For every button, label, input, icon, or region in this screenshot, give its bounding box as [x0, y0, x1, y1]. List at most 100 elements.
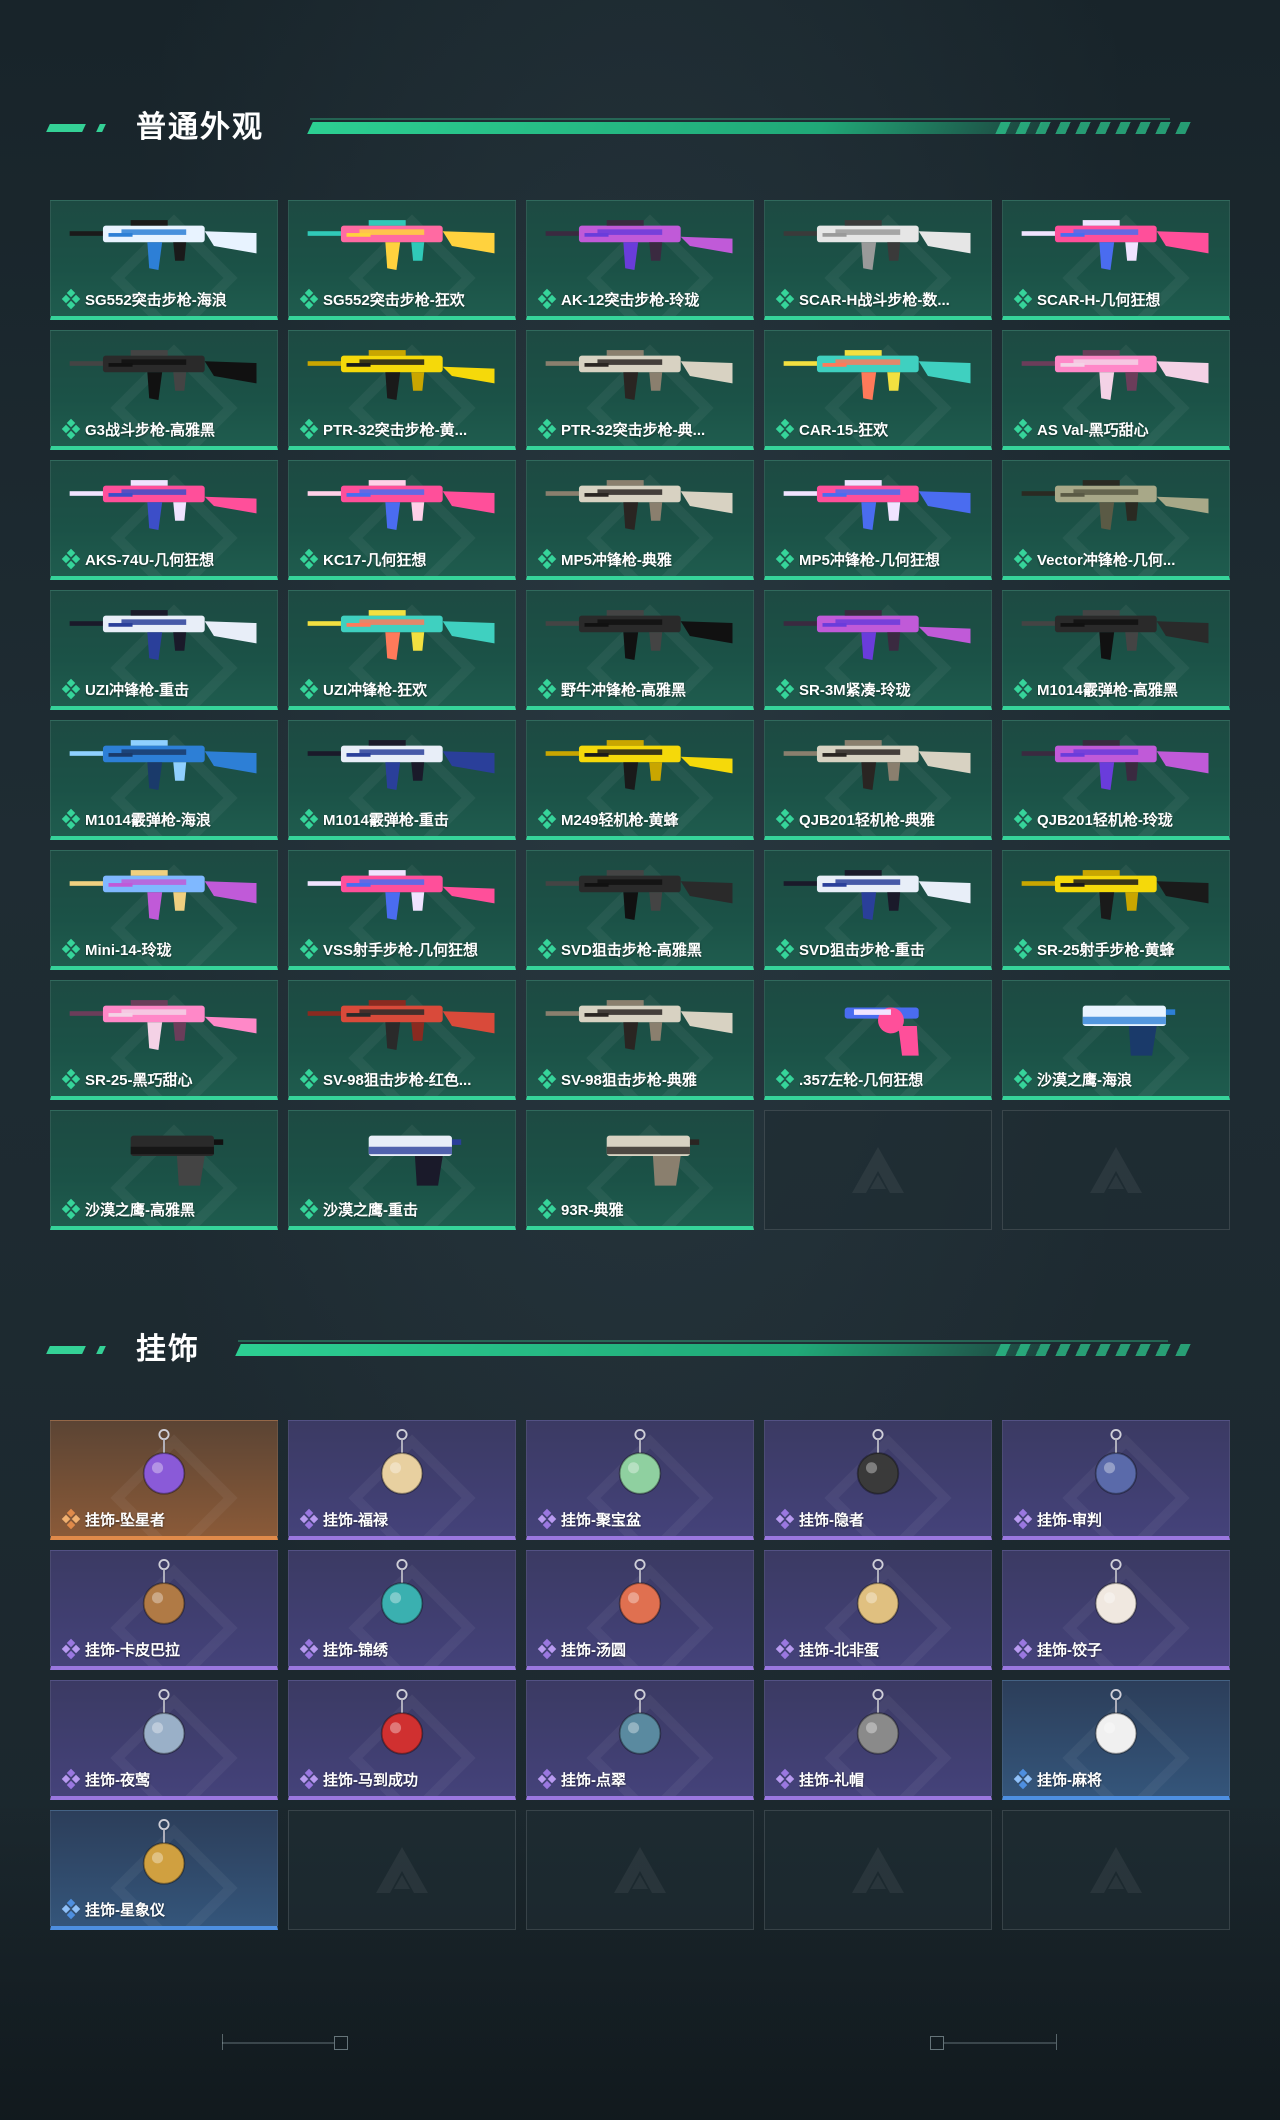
weapon-skin-card[interactable]: Vector冲锋枪-几何...	[1002, 460, 1230, 580]
weapon-skin-card[interactable]: UZI冲锋枪-狂欢	[288, 590, 516, 710]
weapon-skin-card[interactable]: 93R-典雅	[526, 1110, 754, 1230]
weapon-image	[57, 599, 271, 673]
charm-image	[57, 1689, 271, 1763]
header-line	[235, 1344, 1041, 1356]
weapon-skin-card[interactable]: MP5冲锋枪-典雅	[526, 460, 754, 580]
weapon-image	[295, 209, 509, 283]
weapon-skin-card[interactable]: AK-12突击步枪-玲珑	[526, 200, 754, 320]
weapon-skin-card[interactable]: SVD狙击步枪-高雅黑	[526, 850, 754, 970]
placeholder-logo-icon	[1088, 1145, 1144, 1195]
weapon-skin-card[interactable]: SG552突击步枪-狂欢	[288, 200, 516, 320]
weapon-image	[533, 989, 747, 1063]
footer-box-left	[334, 2036, 348, 2050]
rarity-diamond-icon	[61, 418, 81, 440]
rarity-diamond-icon	[537, 418, 557, 440]
weapon-skin-card[interactable]: SV-98狙击步枪-红色...	[288, 980, 516, 1100]
charm-card[interactable]: 挂饰-星象仪	[50, 1810, 278, 1930]
rarity-diamond-icon	[1013, 1768, 1033, 1790]
charm-card[interactable]: 挂饰-聚宝盆	[526, 1420, 754, 1540]
weapon-skin-card[interactable]: M1014霰弹枪-高雅黑	[1002, 590, 1230, 710]
rarity-diamond-icon	[775, 418, 795, 440]
weapon-image	[57, 469, 271, 543]
weapon-skin-card[interactable]: .357左轮-几何狂想	[764, 980, 992, 1100]
rarity-diamond-icon	[299, 1508, 319, 1530]
empty-weapon-slot	[1002, 1110, 1230, 1230]
charm-card[interactable]: 挂饰-北非蛋	[764, 1550, 992, 1670]
weapon-skin-name: 野牛冲锋枪-高雅黑	[561, 682, 686, 699]
rarity-diamond-icon	[1013, 288, 1033, 310]
section-header-charms: 挂饰	[46, 1330, 1198, 1370]
weapon-skin-card[interactable]: SR-3M紧凑-玲珑	[764, 590, 992, 710]
rarity-diamond-icon	[299, 808, 319, 830]
rarity-diamond-icon	[775, 1638, 795, 1660]
section-title-weapons: 普通外观	[136, 111, 264, 144]
charm-card[interactable]: 挂饰-卡皮巴拉	[50, 1550, 278, 1670]
charm-card[interactable]: 挂饰-饺子	[1002, 1550, 1230, 1670]
charm-card[interactable]: 挂饰-坠星者	[50, 1420, 278, 1540]
weapon-skin-card[interactable]: MP5冲锋枪-几何狂想	[764, 460, 992, 580]
weapon-skin-card[interactable]: 沙漠之鹰-海浪	[1002, 980, 1230, 1100]
charm-card[interactable]: 挂饰-福禄	[288, 1420, 516, 1540]
charm-image	[771, 1689, 985, 1763]
rarity-diamond-icon	[537, 1768, 557, 1790]
weapon-skin-card[interactable]: SR-25射手步枪-黄蜂	[1002, 850, 1230, 970]
weapon-skin-card[interactable]: QJB201轻机枪-玲珑	[1002, 720, 1230, 840]
weapon-skin-card[interactable]: SCAR-H战斗步枪-数...	[764, 200, 992, 320]
charm-card[interactable]: 挂饰-审判	[1002, 1420, 1230, 1540]
weapon-skin-card[interactable]: VSS射手步枪-几何狂想	[288, 850, 516, 970]
charm-card[interactable]: 挂饰-点翠	[526, 1680, 754, 1800]
weapon-skin-card[interactable]: M1014霰弹枪-重击	[288, 720, 516, 840]
rarity-diamond-icon	[299, 1768, 319, 1790]
weapon-image	[1009, 729, 1223, 803]
weapon-skin-card[interactable]: SCAR-H-几何狂想	[1002, 200, 1230, 320]
weapon-skin-card[interactable]: SG552突击步枪-海浪	[50, 200, 278, 320]
weapon-skin-name: UZI冲锋枪-重击	[85, 682, 190, 699]
weapon-image	[1009, 339, 1223, 413]
charm-card[interactable]: 挂饰-礼帽	[764, 1680, 992, 1800]
rarity-diamond-icon	[61, 1638, 81, 1660]
weapon-skin-card[interactable]: Mini-14-玲珑	[50, 850, 278, 970]
weapon-skin-card[interactable]: PTR-32突击步枪-黄...	[288, 330, 516, 450]
weapon-skin-name: M1014霰弹枪-重击	[323, 812, 449, 829]
weapon-skin-card[interactable]: KC17-几何狂想	[288, 460, 516, 580]
weapon-skin-card[interactable]: SR-25-黑巧甜心	[50, 980, 278, 1100]
rarity-diamond-icon	[1013, 678, 1033, 700]
charm-card[interactable]: 挂饰-隐者	[764, 1420, 992, 1540]
weapon-skin-card[interactable]: SVD狙击步枪-重击	[764, 850, 992, 970]
weapon-skin-card[interactable]: AS Val-黑巧甜心	[1002, 330, 1230, 450]
weapon-skin-card[interactable]: SV-98狙击步枪-典雅	[526, 980, 754, 1100]
weapon-image	[1009, 989, 1223, 1063]
rarity-diamond-icon	[299, 938, 319, 960]
footer-tick	[1056, 2034, 1057, 2050]
weapon-skin-card[interactable]: G3战斗步枪-高雅黑	[50, 330, 278, 450]
weapon-skin-card[interactable]: 沙漠之鹰-高雅黑	[50, 1110, 278, 1230]
weapon-skin-card[interactable]: CAR-15-狂欢	[764, 330, 992, 450]
weapon-skin-card[interactable]: AKS-74U-几何狂想	[50, 460, 278, 580]
charm-card[interactable]: 挂饰-夜莺	[50, 1680, 278, 1800]
weapon-skin-name: 沙漠之鹰-高雅黑	[85, 1202, 195, 1219]
charm-name: 挂饰-礼帽	[799, 1772, 864, 1789]
weapon-skin-card[interactable]: M249轻机枪-黄蜂	[526, 720, 754, 840]
weapon-skin-card[interactable]: QJB201轻机枪-典雅	[764, 720, 992, 840]
weapon-skin-name: SCAR-H-几何狂想	[1037, 292, 1161, 309]
rarity-diamond-icon	[299, 548, 319, 570]
weapon-skin-name: G3战斗步枪-高雅黑	[85, 422, 216, 439]
weapon-skin-card[interactable]: PTR-32突击步枪-典...	[526, 330, 754, 450]
charm-card[interactable]: 挂饰-马到成功	[288, 1680, 516, 1800]
weapon-skin-name: MP5冲锋枪-几何狂想	[799, 552, 940, 569]
weapon-image	[1009, 859, 1223, 933]
charm-card[interactable]: 挂饰-锦绣	[288, 1550, 516, 1670]
weapon-skin-card[interactable]: UZI冲锋枪-重击	[50, 590, 278, 710]
weapon-skin-card[interactable]: 野牛冲锋枪-高雅黑	[526, 590, 754, 710]
weapon-image	[771, 859, 985, 933]
charm-card[interactable]: 挂饰-麻将	[1002, 1680, 1230, 1800]
charm-name: 挂饰-马到成功	[323, 1772, 418, 1789]
weapon-skin-name: M249轻机枪-黄蜂	[561, 812, 679, 829]
weapon-skin-card[interactable]: 沙漠之鹰-重击	[288, 1110, 516, 1230]
charm-image	[57, 1429, 271, 1503]
charm-card[interactable]: 挂饰-汤圆	[526, 1550, 754, 1670]
weapon-skin-name: CAR-15-狂欢	[799, 422, 889, 439]
weapon-image	[771, 339, 985, 413]
weapon-skin-name: Mini-14-玲珑	[85, 942, 172, 959]
weapon-skin-card[interactable]: M1014霰弹枪-海浪	[50, 720, 278, 840]
